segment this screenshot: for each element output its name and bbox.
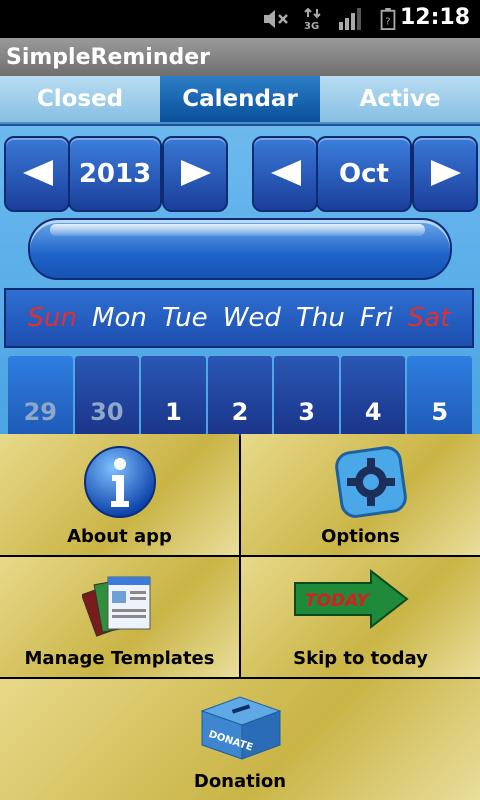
skip-to-today-label: Skip to today: [293, 648, 428, 669]
skip-to-today-button[interactable]: TODAY Skip to today: [241, 557, 480, 677]
about-app-button[interactable]: About app: [0, 434, 239, 555]
tab-closed[interactable]: Closed: [0, 76, 160, 124]
day-number: 3: [298, 398, 315, 426]
about-app-label: About app: [67, 526, 172, 547]
data-3g-icon: 3G: [304, 8, 321, 30]
day-number: 4: [364, 398, 382, 426]
prev-year-button[interactable]: [4, 136, 70, 212]
manage-templates-button[interactable]: Manage Templates: [0, 557, 239, 677]
donation-button[interactable]: DONATE Donation: [0, 679, 480, 800]
calendar-day[interactable]: 2: [207, 356, 273, 436]
weekday-sun: Sun: [27, 303, 77, 333]
calendar-day[interactable]: 3: [274, 356, 339, 436]
weekday-thu: Thu: [295, 303, 345, 333]
arrow-right-icon: [181, 160, 211, 186]
calendar-day[interactable]: 5: [407, 356, 473, 436]
app-title: SimpleReminder: [6, 45, 211, 70]
battery-icon: ?: [380, 8, 396, 30]
status-time: 12:18: [399, 5, 470, 30]
tab-calendar[interactable]: Calendar: [160, 76, 320, 124]
weekday-tue: Tue: [161, 303, 208, 333]
mute-icon: [264, 10, 288, 28]
selected-date-bar[interactable]: [28, 218, 452, 280]
weekday-wed: Wed: [222, 303, 281, 333]
calendar-days-row: 29 30 1 2 3 4 5: [8, 356, 473, 436]
year-value: 2013: [68, 136, 162, 212]
month-value: Oct: [316, 136, 412, 212]
calendar-day[interactable]: 29: [8, 356, 73, 436]
calendar-day[interactable]: 30: [74, 356, 140, 436]
arrow-left-icon: [23, 160, 53, 186]
weekday-mon: Mon: [92, 303, 147, 333]
templates-icon: [82, 576, 151, 637]
next-year-button[interactable]: [162, 136, 228, 212]
calendar-day[interactable]: 4: [340, 356, 406, 436]
weekday-sat: Sat: [407, 303, 451, 333]
today-arrow-icon: TODAY: [294, 569, 409, 630]
options-menu: About app Options Manage Templates TODAY…: [0, 434, 480, 800]
info-icon: [84, 446, 156, 518]
calendar-panel: 2013 Oct Sun Mon Tue Wed Thu Fri Sat 29 …: [0, 124, 480, 436]
manage-templates-label: Manage Templates: [24, 648, 215, 669]
today-sign-text: TODAY: [305, 591, 370, 611]
day-number: 2: [231, 398, 249, 426]
status-bar: 3G ? 12:18: [0, 0, 480, 38]
prev-month-button[interactable]: [252, 136, 318, 212]
day-number: 5: [431, 398, 449, 426]
arrow-left-icon: [271, 160, 301, 186]
day-number: 29: [23, 398, 57, 426]
day-number: 1: [165, 398, 182, 426]
signal-icon: [339, 8, 361, 30]
svg-text:?: ?: [385, 17, 390, 28]
gear-icon: [335, 446, 407, 518]
app-title-bar: SimpleReminder: [0, 38, 480, 76]
options-button[interactable]: Options: [241, 434, 480, 555]
donation-label: Donation: [193, 771, 287, 792]
tab-bar: Closed Calendar Active: [0, 76, 480, 124]
calendar-day[interactable]: 1: [141, 356, 206, 436]
weekday-fri: Fri: [359, 303, 393, 333]
options-label: Options: [321, 526, 400, 547]
donate-box-icon: DONATE: [200, 696, 282, 760]
tab-active[interactable]: Active: [320, 76, 480, 124]
weekday-header: Sun Mon Tue Wed Thu Fri Sat: [4, 288, 474, 348]
day-number: 30: [90, 398, 124, 426]
pill-shine: [50, 224, 425, 236]
arrow-right-icon: [431, 160, 461, 186]
next-month-button[interactable]: [412, 136, 478, 212]
svg-text:3G: 3G: [304, 21, 319, 30]
